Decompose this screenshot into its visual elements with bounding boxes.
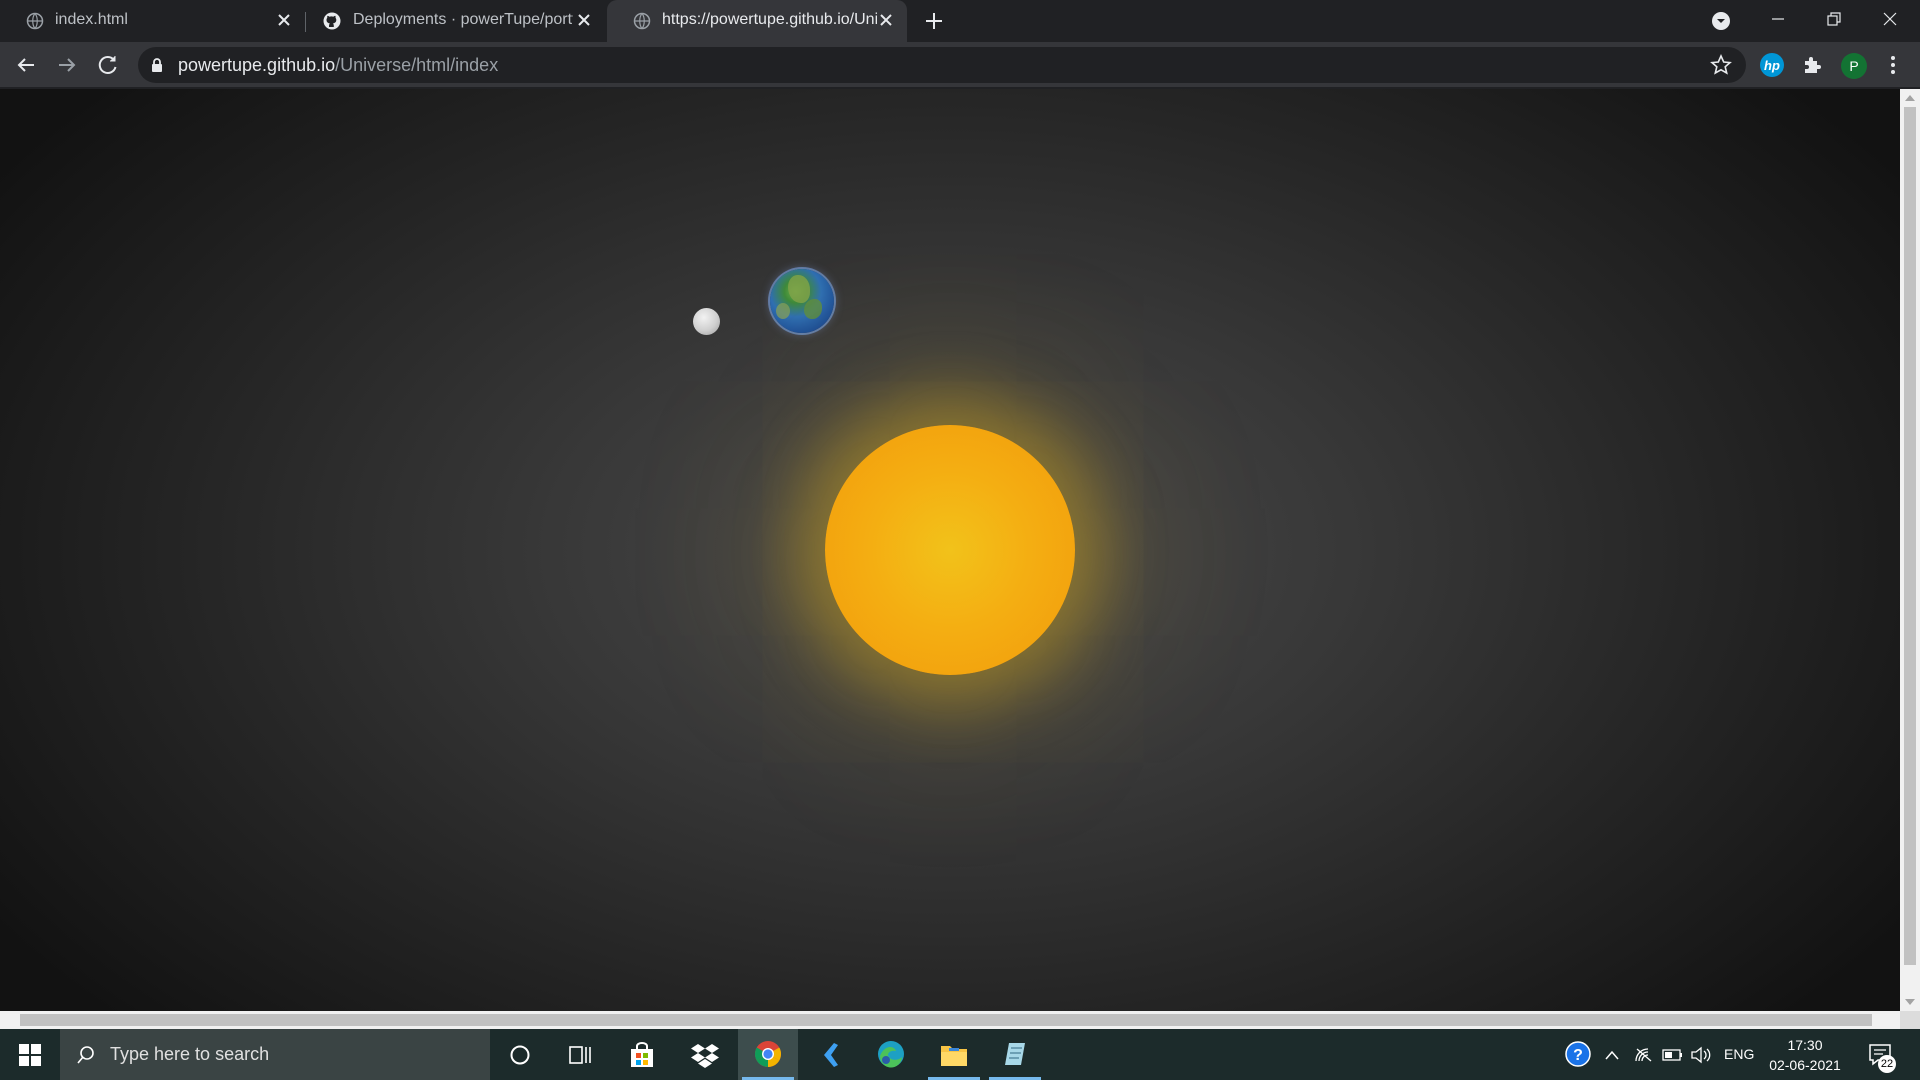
cortana-circle-icon <box>510 1045 530 1065</box>
edge-icon <box>878 1041 904 1068</box>
extensions-puzzle-icon[interactable] <box>1800 52 1826 78</box>
tab-search-icon[interactable] <box>1711 11 1731 31</box>
vertical-scroll-thumb[interactable] <box>1904 107 1916 965</box>
earth-land <box>804 299 822 319</box>
search-icon <box>77 1046 94 1064</box>
language-indicator[interactable]: ENG <box>1724 1046 1754 1062</box>
vscode-button[interactable] <box>800 1029 860 1080</box>
svg-text:?: ? <box>1573 1047 1583 1064</box>
clock-time: 17:30 <box>1787 1037 1823 1053</box>
lock-icon[interactable] <box>150 57 164 73</box>
volume-icon[interactable] <box>1690 1046 1712 1064</box>
menu-kebab-icon[interactable] <box>1880 52 1906 78</box>
taskbar-search-box[interactable]: Type here to search <box>60 1029 490 1080</box>
new-tab-icon[interactable] <box>922 9 946 33</box>
tab-strip: index.html Deployments · powerTupe/portf… <box>0 0 1920 42</box>
earth-land <box>788 275 810 303</box>
network-icon[interactable] <box>1634 1047 1654 1063</box>
clock[interactable]: 17:30 02-06-2021 <box>1760 1035 1850 1075</box>
notification-count-badge: 22 <box>1878 1055 1896 1073</box>
chevron-up-icon[interactable] <box>1604 1049 1620 1061</box>
folder-icon <box>941 1046 967 1066</box>
browser-toolbar: powertupe.github.io/Universe/html/index … <box>0 42 1920 88</box>
battery-icon[interactable] <box>1662 1048 1684 1062</box>
notes-app-button[interactable] <box>985 1029 1045 1080</box>
task-view-button[interactable] <box>550 1029 610 1080</box>
dropbox-button[interactable] <box>675 1029 735 1080</box>
github-icon <box>323 12 341 30</box>
moon <box>693 308 720 335</box>
search-placeholder: Type here to search <box>110 1044 270 1064</box>
scroll-down-arrow-icon[interactable] <box>1905 999 1915 1005</box>
tab-universe[interactable]: https://powertupe.github.io/Univ <box>607 0 907 42</box>
minimize-button[interactable] <box>1750 0 1806 40</box>
close-icon[interactable] <box>877 11 895 29</box>
cortana-button[interactable] <box>490 1029 550 1080</box>
chrome-button[interactable] <box>738 1029 798 1080</box>
scroll-up-arrow-icon[interactable] <box>1905 95 1915 101</box>
earth-land <box>776 303 790 319</box>
back-icon[interactable] <box>12 51 40 79</box>
minimize-icon <box>1772 18 1784 20</box>
help-icon[interactable]: ? <box>1565 1041 1591 1067</box>
microsoft-store-icon <box>631 1042 653 1067</box>
profile-avatar[interactable]: P <box>1841 53 1867 79</box>
close-icon[interactable] <box>275 11 293 29</box>
windows-taskbar: Type here to search ? ENG 17:30 02-06-20… <box>0 1029 1920 1080</box>
close-window-button[interactable] <box>1862 0 1918 40</box>
page-viewport <box>0 89 1900 1011</box>
svg-text:hp: hp <box>1764 58 1780 73</box>
forward-icon[interactable] <box>53 51 81 79</box>
globe-icon <box>26 12 44 30</box>
horizontal-scrollbar[interactable] <box>0 1011 1900 1029</box>
tab-index-html[interactable]: index.html <box>0 0 305 42</box>
visual-studio-icon <box>824 1043 838 1067</box>
start-button[interactable] <box>0 1029 60 1080</box>
reload-icon[interactable] <box>94 51 122 79</box>
tab-deployments[interactable]: Deployments · powerTupe/portfo <box>305 0 605 42</box>
store-button[interactable] <box>612 1029 672 1080</box>
restore-icon <box>1827 12 1841 26</box>
globe-icon <box>633 12 651 30</box>
earth <box>770 269 834 333</box>
clock-date: 02-06-2021 <box>1769 1057 1841 1073</box>
horizontal-scroll-thumb[interactable] <box>20 1014 1872 1026</box>
windows-logo-icon <box>19 1044 41 1066</box>
notes-icon <box>1005 1043 1025 1065</box>
task-view-icon <box>569 1046 591 1064</box>
bookmark-star-icon[interactable] <box>1710 54 1732 76</box>
tab-title: Deployments · powerTupe/portfo <box>353 11 573 28</box>
dropbox-icon <box>691 1044 719 1068</box>
tab-title: index.html <box>55 11 128 28</box>
url-path: /Universe/html/index <box>335 55 499 75</box>
file-explorer-button[interactable] <box>924 1029 984 1080</box>
edge-button[interactable] <box>861 1029 921 1080</box>
url-host: powertupe.github.io <box>178 55 336 75</box>
url-text: powertupe.github.io/Universe/html/index <box>178 55 498 76</box>
chrome-icon <box>754 1041 782 1068</box>
tab-title: https://powertupe.github.io/Univ <box>662 11 877 28</box>
sun <box>825 425 1075 675</box>
close-icon <box>1883 12 1897 26</box>
scrollbar-corner <box>1900 1011 1920 1029</box>
close-icon[interactable] <box>575 11 593 29</box>
address-bar[interactable]: powertupe.github.io/Universe/html/index <box>138 47 1746 83</box>
vertical-scrollbar[interactable] <box>1900 89 1920 1011</box>
restore-button[interactable] <box>1806 0 1862 40</box>
hp-extension-icon[interactable]: hp <box>1759 52 1785 78</box>
